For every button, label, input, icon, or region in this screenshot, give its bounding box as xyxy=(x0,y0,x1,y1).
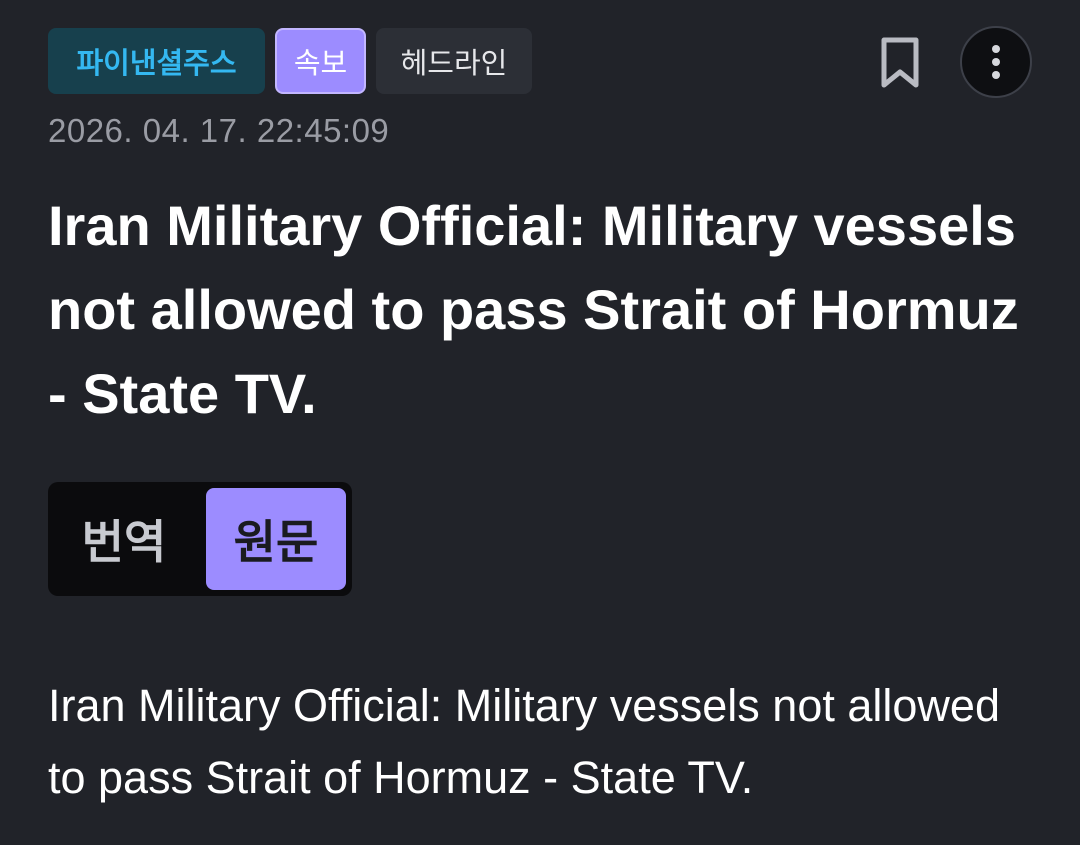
article-timestamp: 2026. 04. 17. 22:45:09 xyxy=(48,112,390,149)
translate-button[interactable]: 번역 xyxy=(54,488,194,590)
original-button[interactable]: 원문 xyxy=(206,488,346,590)
breaking-tag[interactable]: 속보 xyxy=(275,28,366,94)
bookmark-icon xyxy=(881,37,919,88)
source-tag[interactable]: 파이낸셜주스 xyxy=(48,28,265,94)
bookmark-button[interactable] xyxy=(880,37,920,89)
tag-row: 파이낸셜주스 속보 헤드라인 xyxy=(48,28,532,94)
more-vertical-icon xyxy=(992,45,1000,79)
translation-toggle: 번역 원문 xyxy=(48,482,352,596)
article-screen: 파이낸셜주스 속보 헤드라인 2026. 04. 17. 22:45:09 Ir… xyxy=(0,0,1080,845)
headline-tag[interactable]: 헤드라인 xyxy=(376,28,532,94)
more-options-button[interactable] xyxy=(960,26,1032,98)
article-title: Iran Military Official: Military vessels… xyxy=(48,194,1019,425)
article-body: Iran Military Official: Military vessels… xyxy=(48,680,1000,803)
